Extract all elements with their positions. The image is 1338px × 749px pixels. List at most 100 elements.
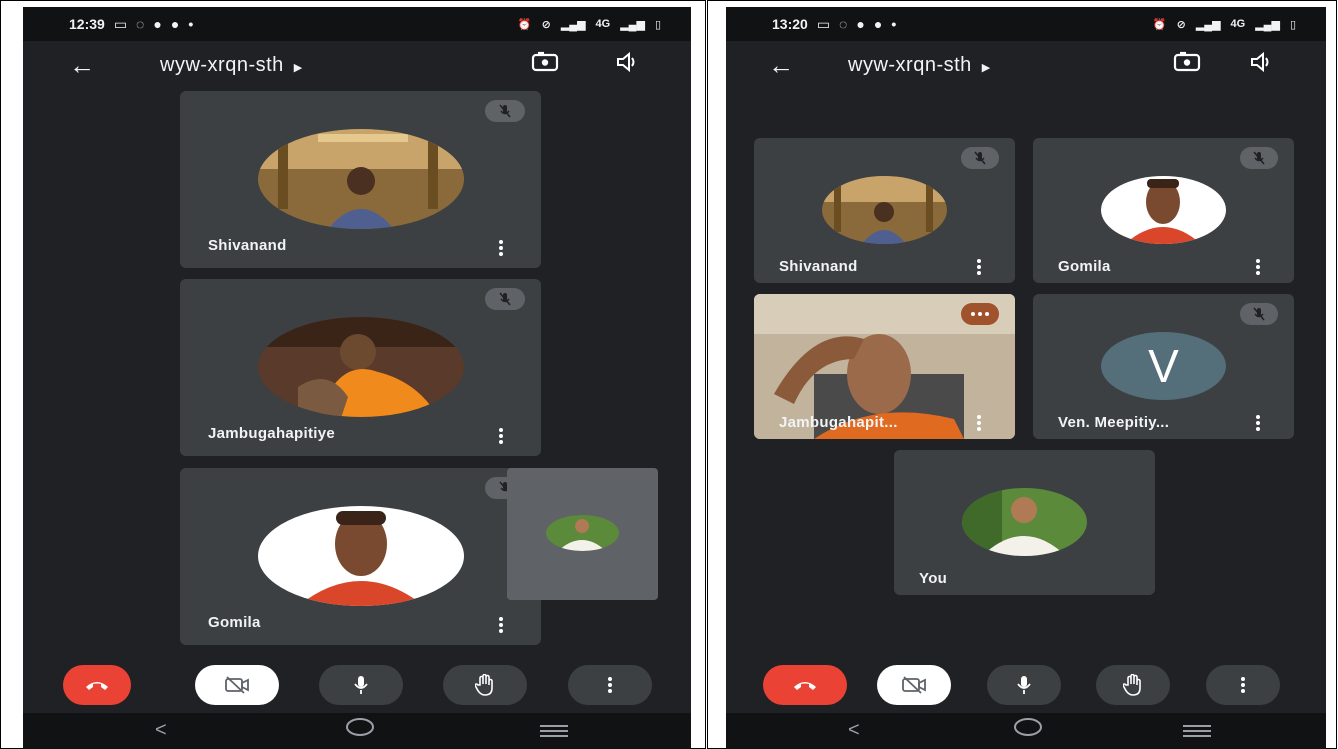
mic-off-icon	[485, 100, 525, 122]
more-options-button[interactable]	[1206, 665, 1280, 705]
more-vert-icon	[608, 677, 612, 693]
participant-tile[interactable]: Shivanand	[754, 138, 1015, 283]
mic-off-icon	[1240, 303, 1278, 325]
network-label: 4G	[1230, 18, 1246, 30]
mute-icon: ⊘	[1176, 18, 1186, 31]
back-arrow-icon[interactable]: ←	[69, 50, 96, 81]
screenshot-frame-left: 12:39 ▭ ◌ ● ● • ⏰ ⊘ ▂▄▆ 4G ▂▄▆ ▯ ← wyw-x…	[0, 0, 706, 749]
expand-arrow-icon: ▶	[981, 61, 991, 74]
network-label: 4G	[595, 18, 611, 30]
back-arrow-icon[interactable]: ←	[768, 50, 795, 81]
more-vert-icon[interactable]	[499, 428, 503, 444]
participant-name: You	[919, 570, 948, 587]
clock: 12:39	[69, 16, 105, 32]
whatsapp-icon: ◌	[839, 16, 848, 32]
mic-icon	[354, 676, 368, 694]
system-nav-bar: <	[23, 713, 691, 749]
self-view-pip[interactable]	[507, 468, 658, 600]
phone-screen-right: 13:20 ▭ ◌ ● ● • ⏰ ⊘ ▂▄▆ 4G ▂▄▆ ▯ ← wyw-x…	[726, 7, 1326, 749]
more-vert-icon[interactable]	[1256, 259, 1260, 275]
raise-hand-icon	[475, 674, 493, 696]
camera-toggle-button[interactable]	[195, 665, 279, 705]
camera-off-icon	[225, 676, 249, 694]
signal-icon: ▂▄▆	[620, 18, 645, 31]
more-vert-icon[interactable]	[977, 259, 981, 275]
participant-tile[interactable]: Gomila	[180, 468, 541, 645]
participant-avatar	[258, 129, 464, 229]
meeting-code[interactable]: wyw-xrqn-sth ▶	[848, 54, 991, 77]
raise-hand-button[interactable]	[443, 665, 527, 705]
meeting-code[interactable]: wyw-xrqn-sth ▶	[160, 54, 303, 77]
alarm-icon: ⏰	[517, 18, 532, 31]
more-vert-icon[interactable]	[977, 415, 981, 431]
nav-home-icon[interactable]	[1013, 717, 1043, 743]
participant-tile[interactable]: Shivanand	[180, 91, 541, 268]
hangup-button[interactable]	[763, 665, 847, 705]
more-vert-icon	[1241, 677, 1245, 693]
raise-hand-icon	[1123, 674, 1141, 696]
nav-home-icon[interactable]	[345, 717, 375, 743]
dot-icon: •	[188, 16, 194, 32]
hangup-icon	[86, 682, 108, 690]
expand-arrow-icon: ▶	[293, 61, 303, 74]
participant-name: Gomila	[208, 614, 261, 631]
participant-tile[interactable]: Jambugahapitiye	[180, 279, 541, 456]
participant-name: Jambugahapit...	[779, 414, 898, 431]
battery-icon: ▯	[654, 18, 661, 31]
participant-avatar	[822, 176, 947, 244]
self-avatar	[962, 488, 1087, 556]
mic-off-icon	[1240, 147, 1278, 169]
app-icon: ●	[873, 16, 883, 32]
status-bar: 12:39 ▭ ◌ ● ● • ⏰ ⊘ ▂▄▆ 4G ▂▄▆ ▯	[23, 7, 691, 41]
camera-flip-icon[interactable]	[531, 51, 559, 79]
system-nav-bar: <	[726, 713, 1326, 749]
call-top-bar: ← wyw-xrqn-sth ▶	[23, 45, 691, 85]
participant-name: Gomila	[1058, 258, 1111, 275]
self-tile[interactable]: You	[894, 450, 1155, 595]
status-bar: 13:20 ▭ ◌ ● ● • ⏰ ⊘ ▂▄▆ 4G ▂▄▆ ▯	[726, 7, 1326, 41]
video-status-icon: ▭	[816, 15, 831, 32]
video-status-icon: ▭	[113, 15, 128, 32]
raise-hand-button[interactable]	[1096, 665, 1170, 705]
self-avatar	[546, 515, 619, 551]
speaker-icon[interactable]	[615, 51, 639, 79]
mic-off-icon	[485, 288, 525, 310]
participant-tile[interactable]: Gomila	[1033, 138, 1294, 283]
camera-flip-icon[interactable]	[1173, 51, 1201, 79]
app-icon: ●	[170, 16, 180, 32]
more-vert-icon[interactable]	[1256, 415, 1260, 431]
camera-toggle-button[interactable]	[877, 665, 951, 705]
hangup-button[interactable]	[63, 665, 131, 705]
more-options-button[interactable]	[568, 665, 652, 705]
clock: 13:20	[772, 16, 808, 32]
battery-icon: ▯	[1289, 18, 1296, 31]
participant-video-tile[interactable]: Jambugahapit...	[754, 294, 1015, 439]
signal-icon: ▂▄▆	[1195, 18, 1221, 31]
speaking-indicator-icon	[961, 303, 999, 325]
signal-icon: ▂▄▆	[1255, 18, 1280, 31]
mic-button[interactable]	[319, 665, 403, 705]
nav-back-icon[interactable]: <	[848, 719, 860, 742]
more-vert-icon[interactable]	[499, 617, 503, 633]
nav-recents-icon[interactable]	[1182, 721, 1212, 744]
call-top-bar: ← wyw-xrqn-sth ▶	[726, 45, 1326, 85]
more-vert-icon[interactable]	[499, 240, 503, 256]
dot-icon: •	[891, 16, 897, 32]
speaker-icon[interactable]	[1249, 51, 1273, 79]
mute-icon: ⊘	[541, 18, 551, 31]
phone-screen-left: 12:39 ▭ ◌ ● ● • ⏰ ⊘ ▂▄▆ 4G ▂▄▆ ▯ ← wyw-x…	[23, 7, 691, 749]
participant-name: Ven. Meepitiy...	[1058, 414, 1170, 431]
nav-recents-icon[interactable]	[539, 721, 569, 744]
participant-avatar	[258, 506, 464, 606]
screenshot-frame-right: 13:20 ▭ ◌ ● ● • ⏰ ⊘ ▂▄▆ 4G ▂▄▆ ▯ ← wyw-x…	[707, 0, 1337, 749]
mic-icon	[1017, 676, 1031, 694]
nav-back-icon[interactable]: <	[155, 719, 167, 742]
participant-avatar: V	[1101, 332, 1226, 400]
call-controls	[726, 655, 1326, 715]
participant-name: Shivanand	[779, 258, 858, 275]
participant-name: Jambugahapitiye	[208, 425, 336, 442]
app-icon: ●	[856, 16, 865, 32]
participant-tile[interactable]: V Ven. Meepitiy...	[1033, 294, 1294, 439]
mic-button[interactable]	[987, 665, 1061, 705]
camera-off-icon	[902, 676, 926, 694]
